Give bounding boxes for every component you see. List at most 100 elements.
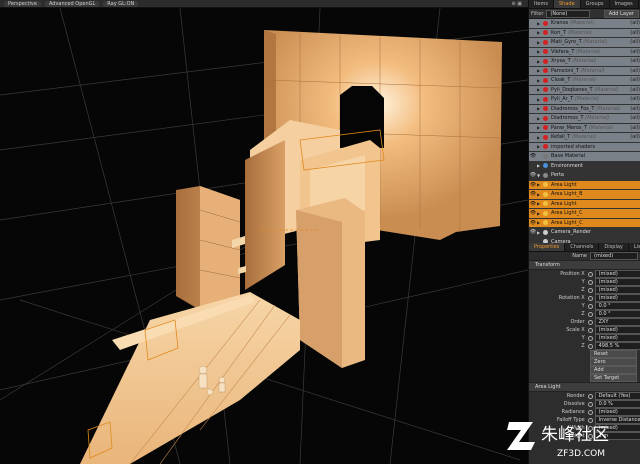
channel-gear-icon[interactable] [587,279,593,285]
material-swatch-icon [543,87,548,93]
tree-item[interactable]: ▶ Mati_Gyro_T (Material) (all) [529,38,640,48]
property-field[interactable]: (mixed) [594,326,640,334]
3d-viewport[interactable]: Perspective Advanced OpenGL Ray GL:ON ⊕ … [0,0,528,464]
visibility-eye-icon[interactable]: 👁 [529,172,537,178]
tab-images[interactable]: Images [610,0,639,8]
tab-groups[interactable]: Groups [581,0,610,8]
channel-gear-icon[interactable] [587,287,593,293]
tree-item-name: Environment [551,162,583,169]
property-row: Order ZXY [529,318,640,326]
tree-item[interactable]: 👁 ▶ Area Light [529,180,640,190]
tab-lists[interactable]: Lists [629,243,640,251]
tree-item-name: Panw_Meros_T [551,124,588,131]
visibility-eye-icon[interactable]: 👁 [529,201,537,207]
tree-item[interactable]: ▶ Pamsioni_T (Material) (all) [529,66,640,76]
tree-item-type: (Material) [588,124,613,131]
visibility-eye-icon[interactable]: 👁 [529,210,537,216]
property-field[interactable]: (mixed) [594,286,640,294]
visibility-eye-icon[interactable]: 👁 [529,153,537,159]
property-field[interactable]: 0.0 ° [594,302,640,310]
tree-item[interactable]: ▶ Panw_Meros_T (Material) (all) [529,123,640,133]
tree-item[interactable]: 👁 ▶ Area Light_C [529,209,640,219]
tree-item-type: (Material) [594,86,619,93]
tab-shade[interactable]: Shade [554,0,581,8]
channel-gear-icon[interactable] [587,295,593,301]
tab-display[interactable]: Display [599,243,629,251]
viewport-options-icon[interactable]: ⊕ ▣ [511,1,522,7]
property-field[interactable]: Default (Yes) [594,392,640,400]
tree-item[interactable]: ▶ Diadromos_T (Material) (all) [529,114,640,124]
property-field[interactable]: 0.0 ° [594,310,640,318]
visibility-eye-icon[interactable]: 👁 [529,220,537,226]
visibility-eye-icon[interactable]: 👁 [529,182,537,188]
channel-gear-icon[interactable] [587,303,593,309]
transform-section-header[interactable]: Transform [529,260,640,270]
channel-gear-icon[interactable] [587,311,593,317]
property-field[interactable]: (mixed) [594,270,640,278]
tree-item[interactable]: ▶ Vlefara_T (Material) (all) [529,47,640,57]
property-label: Z [581,311,585,317]
channel-gear-icon[interactable] [587,271,593,277]
reset-button[interactable]: Reset [590,350,637,358]
tree-item[interactable]: ▶ Kranos (Material) (all) [529,19,640,29]
visibility-eye-icon[interactable]: 👁 [529,229,537,235]
property-field[interactable]: 498.5 % [594,342,640,350]
property-field[interactable]: (mixed) [594,278,640,286]
name-field[interactable]: (mixed) [590,252,638,260]
tree-item-label: Diadromos_Fos_T (Material) [551,106,640,112]
channel-gear-icon[interactable] [587,335,593,341]
tree-item[interactable]: ▶ Xrysa_T (Material) (all) [529,57,640,67]
tab-items[interactable]: Items [529,0,554,8]
tree-item[interactable]: ▶ Pyli_Ar_T (Material) (all) [529,95,640,105]
visibility-eye-icon[interactable]: 👁 [529,191,537,197]
raygl-tab[interactable]: Ray GL:ON [103,0,139,7]
view-mode-tab[interactable]: Perspective [4,0,41,7]
name-label: Name [572,253,587,259]
shader-tree[interactable]: ▶ Kranos (Material) (all) ▶ Kori_T (Material… [529,19,640,247]
property-field[interactable]: ZXY [594,318,640,326]
property-field[interactable]: (mixed) [594,334,640,342]
tab-channels[interactable]: Channels [565,243,600,251]
tree-item-label: Area Light [551,201,640,207]
tree-item[interactable]: 👁 ▶ Camera_Render [529,228,640,238]
tree-item-label: Environment [551,163,640,169]
scene-render [0,8,528,464]
set-target-button[interactable]: Set Target [590,374,637,382]
add-button[interactable]: Add [590,366,637,374]
tree-item-type: (Material) [572,58,597,65]
tree-item[interactable]: ▶ Diadromos_Fos_T (Material) (all) [529,104,640,114]
channel-gear-icon[interactable] [587,327,593,333]
tree-item[interactable]: 👁 ▶ Area Light_B [529,190,640,200]
tree-item[interactable]: 👁 ▼ Perta [529,171,640,181]
channel-gear-icon[interactable] [587,393,593,399]
filter-dropdown[interactable]: (None) [546,9,591,18]
channel-gear-icon[interactable] [587,319,593,325]
tab-properties[interactable]: Properties [529,243,566,251]
add-layer-button[interactable]: Add Layer [603,9,639,18]
tree-item-name: Pamsioni_T [551,67,579,74]
tree-item-name: Base Material [551,153,586,160]
tree-item[interactable]: ▶ Kefali_T (Material) (all) [529,133,640,143]
zero-button[interactable]: Zero [590,358,637,366]
tree-item[interactable]: ▶ Environment [529,161,640,171]
tree-item-name: Perta [551,172,564,179]
property-field[interactable]: (mixed) [594,294,640,302]
tree-item[interactable]: 👁 ▶ Area Light_C [529,218,640,228]
area-light-section-header[interactable]: Area Light [529,382,640,392]
tree-item-label: Diadromos_T (Material) [551,115,640,121]
tree-item-label: Pyli_Ar_T (Material) [551,96,640,102]
tree-item[interactable]: ▶ Cloak_T (Material) (all) [529,76,640,86]
channel-gear-icon[interactable] [587,343,593,349]
property-field[interactable]: 0.0 % [594,400,640,408]
tree-item[interactable]: ▶ imported shaders [529,142,640,152]
tree-item[interactable]: ▶ Kori_T (Material) (all) [529,28,640,38]
tree-item-name: Pyli_Doqkanes_T [551,86,593,93]
viewport-header: Perspective Advanced OpenGL Ray GL:ON ⊕ … [0,0,528,8]
render-mode-tab[interactable]: Advanced OpenGL [44,0,100,7]
property-row: Z 0.0 ° [529,310,640,318]
tree-item[interactable]: 👁 Base Material [529,152,640,162]
tree-item[interactable]: 👁 ▶ Area Light [529,199,640,209]
tree-item[interactable]: ▶ Pyli_Doqkanes_T (Material) (all) [529,85,640,95]
tree-item-group: (all) [630,96,640,103]
channel-gear-icon[interactable] [587,401,593,407]
